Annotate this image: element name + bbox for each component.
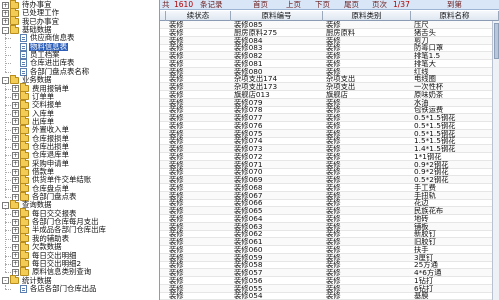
- doc-icon: [20, 51, 27, 60]
- table-cell: 装修: [326, 292, 341, 300]
- expand-toggle-icon[interactable]: +: [2, 1, 9, 9]
- table-row[interactable]: 装修 装修054 装修 基膜: [160, 292, 492, 300]
- tree-node-label: 原料信息类别查询: [32, 267, 92, 277]
- tree-guide-line: [5, 71, 11, 73]
- data-grid-pane: 共 1610 条记录 首页 上页 下页 尾页 页次 1/37 到第 续状态 原料编…: [160, 0, 499, 300]
- total-count: 1610: [174, 0, 194, 9]
- tree-node[interactable]: 各店各部门仓库出品: [12, 283, 98, 293]
- pager-bar: 共 1610 条记录 首页 上页 下页 尾页 页次 1/37 到第: [160, 0, 499, 10]
- expand-toggle-icon[interactable]: +: [12, 252, 19, 259]
- column-header[interactable]: 原料编号: [231, 11, 323, 21]
- expand-toggle-icon[interactable]: +: [12, 110, 19, 118]
- tree-node-label: 各店各部门仓库出品: [30, 283, 97, 293]
- table-cell: [162, 292, 166, 300]
- folder-icon: [10, 199, 19, 209]
- expand-toggle-icon[interactable]: +: [12, 235, 19, 243]
- grid-header: 续状态 原料编号 原料类别 原料名称: [160, 11, 499, 21]
- prev-page-link[interactable]: 上页: [286, 0, 301, 10]
- folder-icon: [10, 275, 19, 285]
- expand-toggle-icon[interactable]: +: [12, 143, 19, 151]
- next-page-link[interactable]: 下页: [315, 0, 330, 10]
- folder-icon: [20, 266, 29, 276]
- scrollbar-thumb[interactable]: [494, 23, 499, 59]
- grid-body: 装修 装修085 装修 压尺 装修 厨房原料275 厨房原料 猪舌头 装修 装修084 装修 剪刀 装修…: [160, 21, 492, 300]
- page-label: 页次: [372, 0, 387, 9]
- column-header[interactable]: 续状态: [166, 11, 231, 21]
- tree-guide-line: [5, 209, 6, 273]
- tree-guide-line: [5, 272, 11, 274]
- folder-icon: [10, 24, 19, 34]
- collapse-toggle-icon[interactable]: -: [2, 277, 9, 285]
- first-page-link[interactable]: 首页: [253, 0, 268, 10]
- expand-toggle-icon[interactable]: +: [12, 226, 19, 234]
- doc-icon: [20, 59, 27, 68]
- collapse-toggle-icon[interactable]: -: [2, 76, 9, 84]
- expand-toggle-icon[interactable]: +: [12, 210, 19, 218]
- tree-guide-line: [5, 197, 11, 199]
- tree-guide-line: [5, 34, 6, 72]
- records-label: 条记录: [200, 0, 223, 9]
- doc-icon: [20, 284, 27, 293]
- app-window: + 待办事宜 + 已处理工作 + 我已办事宜 - 基础数据 供应商信息表 物料信息表 员工档案 仓库进…: [0, 0, 499, 300]
- collapse-toggle-icon[interactable]: -: [2, 201, 9, 209]
- expand-toggle-icon[interactable]: +: [12, 126, 19, 134]
- expand-toggle-icon[interactable]: +: [12, 135, 19, 143]
- tree-node[interactable]: - 业务数据: [2, 74, 53, 84]
- doc-icon: [20, 34, 27, 43]
- expand-toggle-icon[interactable]: +: [12, 185, 19, 193]
- expand-toggle-icon[interactable]: +: [2, 18, 9, 26]
- vertical-scrollbar[interactable]: [492, 21, 499, 300]
- column-header[interactable]: 原料类别: [323, 11, 411, 21]
- folder-icon: [10, 74, 19, 84]
- expand-toggle-icon[interactable]: +: [2, 9, 9, 17]
- expand-toggle-icon[interactable]: +: [12, 243, 19, 251]
- goto-label: 到第: [447, 0, 462, 9]
- expand-toggle-icon[interactable]: +: [12, 101, 19, 109]
- last-page-link[interactable]: 尾页: [344, 0, 359, 10]
- expand-toggle-icon[interactable]: +: [12, 118, 19, 126]
- expand-toggle-icon[interactable]: +: [12, 85, 19, 92]
- total-label: 共: [162, 0, 170, 9]
- table-cell: 装修: [169, 292, 184, 300]
- table-cell: 装修054: [234, 292, 263, 300]
- expand-toggle-icon[interactable]: +: [12, 93, 19, 101]
- expand-toggle-icon[interactable]: +: [12, 218, 19, 226]
- collapse-toggle-icon[interactable]: -: [2, 26, 9, 34]
- tree-node-label: 交料报单: [32, 100, 62, 110]
- expand-toggle-icon[interactable]: +: [12, 260, 19, 268]
- doc-icon: [20, 42, 27, 51]
- tree-guide-line: [5, 288, 11, 290]
- expand-toggle-icon[interactable]: +: [12, 168, 19, 176]
- tree-node[interactable]: + 原料信息类别查询: [12, 266, 92, 277]
- table-cell: 基膜: [414, 292, 429, 300]
- expand-toggle-icon[interactable]: +: [12, 151, 19, 159]
- tree-guide-line: [5, 284, 6, 289]
- tree-guide-line: [5, 84, 6, 198]
- tree-node-label: 欠款数据: [32, 242, 62, 252]
- page-value: 1/37: [393, 0, 410, 9]
- column-header[interactable]: 原料名称: [411, 11, 499, 21]
- expand-toggle-icon[interactable]: +: [12, 160, 19, 168]
- expand-toggle-icon[interactable]: +: [12, 176, 19, 184]
- nav-tree: + 待办事宜 + 已处理工作 + 我已办事宜 - 基础数据 供应商信息表 物料信息表 员工档案 仓库进…: [0, 0, 160, 300]
